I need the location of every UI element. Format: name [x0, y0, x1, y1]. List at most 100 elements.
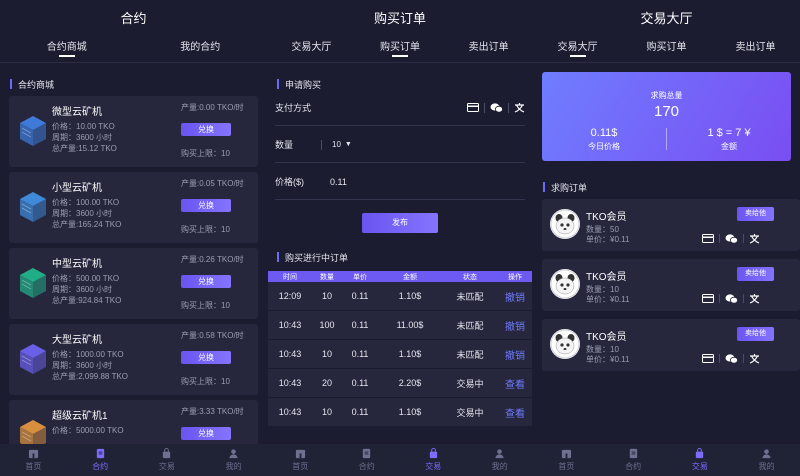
- summary-card: 求购总量 170 0.11$ 今日价格 1 $ = 7 ¥ 金额: [542, 72, 791, 161]
- quantity-row: 数量 10 ▼: [275, 127, 525, 163]
- avatar: [550, 329, 580, 359]
- page-title: 交易大厅: [640, 11, 693, 26]
- miner-card: 中型云矿机 产量:0.26 TKO/时 价格：500.00 TKO 周期：3600 小…: [9, 248, 258, 319]
- divider: [533, 62, 800, 63]
- contract-panel: 合约 合约商城 我的合约 合约商城 微型云矿机 产量:0.00 TKO/时 价格：1…: [0, 0, 267, 476]
- chevron-down-icon: ▼: [344, 141, 352, 148]
- avatar: [550, 269, 580, 299]
- contract-icon: [363, 448, 371, 459]
- bank-card-icon: [702, 354, 714, 363]
- nav-home-label: 首页: [558, 462, 575, 471]
- tab-bar: 交易大厅 购买订单 卖出订单: [267, 38, 533, 60]
- nav-home[interactable]: 首页: [8, 448, 58, 472]
- tab-bar: 合约商城 我的合约: [0, 38, 267, 60]
- payment-method-label: 支付方式: [275, 103, 312, 113]
- payment-icons: [702, 353, 760, 364]
- bank-card-icon: [702, 294, 714, 303]
- publish-button[interactable]: 发布: [362, 213, 438, 233]
- cell-action-link[interactable]: 撤销: [498, 318, 532, 333]
- alipay-icon: [749, 354, 760, 364]
- alipay-icon: [749, 234, 760, 244]
- miner-total-output: 总产量:924.84 TKO: [52, 296, 122, 305]
- tab-sell-orders[interactable]: 卖出订单: [736, 38, 776, 56]
- divider: [719, 354, 720, 363]
- section-header: 求购订单: [533, 179, 587, 195]
- buyer-name: TKO会员: [586, 272, 627, 283]
- miner-card: 小型云矿机 产量:0.05 TKO/时 价格：100.00 TKO 周期：3600 小…: [9, 172, 258, 243]
- avatar: [550, 209, 580, 239]
- cell-action-link[interactable]: 撤销: [498, 289, 532, 304]
- buy-request-card: TKO会员 数量：10 单价：¥0.11 卖给他: [542, 319, 800, 371]
- nav-trade-label: 交易: [425, 462, 442, 471]
- table-row: 10:43 10 0.11 1.10$ 交易中 查看: [268, 398, 532, 427]
- cell-quantity: 20: [321, 378, 332, 388]
- tab-my-contracts[interactable]: 我的合约: [180, 38, 220, 56]
- tab-bar: 交易大厅 购买订单 卖出订单: [533, 38, 800, 60]
- bottom-nav: 首页 合约 交易 我的: [0, 444, 267, 476]
- nav-contract[interactable]: 合约: [342, 448, 392, 472]
- trade-icon: [429, 448, 437, 459]
- sell-to-him-button[interactable]: 卖给他: [737, 267, 774, 281]
- nav-trade-label: 交易: [691, 462, 708, 471]
- nav-me[interactable]: 我的: [742, 448, 792, 472]
- nav-home[interactable]: 首页: [275, 448, 325, 472]
- home-icon: [28, 449, 38, 459]
- exchange-button[interactable]: 兑换: [181, 351, 231, 364]
- buyer-name: TKO会员: [586, 332, 627, 343]
- tab-sell-orders[interactable]: 卖出订单: [469, 38, 509, 56]
- wechat-icon[interactable]: [490, 102, 503, 113]
- exchange-button[interactable]: 兑换: [181, 275, 231, 288]
- cell-time: 10:43: [278, 378, 302, 388]
- cell-action-link[interactable]: 查看: [498, 376, 532, 391]
- mining-machine-icon: [20, 344, 46, 374]
- exchange-button[interactable]: 兑换: [181, 199, 231, 212]
- price-row: 价格($) 0.11: [275, 164, 525, 200]
- user-icon: [495, 449, 504, 459]
- tab-trade-hall[interactable]: 交易大厅: [291, 38, 331, 56]
- miner-price: 价格：5000.00 TKO: [52, 426, 124, 435]
- tab-contract-mall[interactable]: 合约商城: [47, 38, 87, 57]
- miner-total-output: 总产量:15.12 TKO: [52, 144, 117, 153]
- alipay-icon[interactable]: [514, 102, 525, 113]
- nav-trade[interactable]: 交易: [142, 448, 192, 472]
- tab-buy-orders[interactable]: 购买订单: [380, 38, 420, 57]
- sell-to-him-button[interactable]: 卖给他: [737, 327, 774, 341]
- nav-home-label: 首页: [25, 462, 42, 471]
- exchange-rate: 1 $ = 7 ¥ 金额: [667, 127, 791, 152]
- bank-card-icon[interactable]: [467, 103, 479, 112]
- sell-to-him-button[interactable]: 卖给他: [737, 207, 774, 221]
- tab-buy-orders[interactable]: 购买订单: [647, 38, 687, 56]
- quantity-select[interactable]: 10 ▼: [321, 139, 352, 150]
- exchange-button[interactable]: 兑换: [181, 123, 231, 136]
- cell-time: 12:09: [278, 291, 302, 301]
- bottom-nav: 首页 合约 交易 我的: [533, 444, 800, 476]
- cell-status: 未匹配: [456, 291, 484, 302]
- table-row: 12:09 10 0.11 1.10$ 未匹配 撤销: [268, 282, 532, 311]
- section-header: 购买进行中订单: [267, 249, 348, 265]
- cell-action-link[interactable]: 查看: [498, 405, 532, 420]
- purchase-limit: 购买上限：10: [181, 225, 230, 234]
- nav-contract-label: 合约: [92, 462, 109, 471]
- nav-me[interactable]: 我的: [475, 448, 525, 472]
- nav-contract[interactable]: 合约: [608, 448, 658, 472]
- nav-me[interactable]: 我的: [209, 448, 259, 472]
- table-header: 时间 数量 单价 金额 状态 操作: [268, 271, 532, 282]
- miner-name: 超级云矿机1: [52, 411, 108, 422]
- exchange-button[interactable]: 兑换: [181, 427, 231, 440]
- miner-total-output: 总产量:165.24 TKO: [52, 220, 122, 229]
- price-input[interactable]: 0.11: [330, 177, 347, 187]
- cell-amount: 11.00$: [396, 320, 424, 330]
- tab-trade-hall[interactable]: 交易大厅: [558, 38, 598, 57]
- nav-contract[interactable]: 合约: [75, 448, 125, 472]
- divider: [484, 102, 485, 113]
- nav-trade[interactable]: 交易: [408, 448, 458, 472]
- divider: [719, 234, 720, 243]
- buy-request-card: TKO会员 数量：50 单价：¥0.11 卖给他: [542, 199, 800, 251]
- nav-trade[interactable]: 交易: [675, 448, 725, 472]
- divider: [0, 62, 267, 63]
- cell-quantity: 10: [321, 349, 332, 359]
- orders-table: 时间 数量 单价 金额 状态 操作 12:09 10 0.11 1.10$ 未匹配 撤销 1…: [267, 271, 533, 427]
- cell-action-link[interactable]: 撤销: [498, 347, 532, 362]
- cell-amount: 1.10$: [398, 407, 422, 417]
- nav-home[interactable]: 首页: [541, 448, 591, 472]
